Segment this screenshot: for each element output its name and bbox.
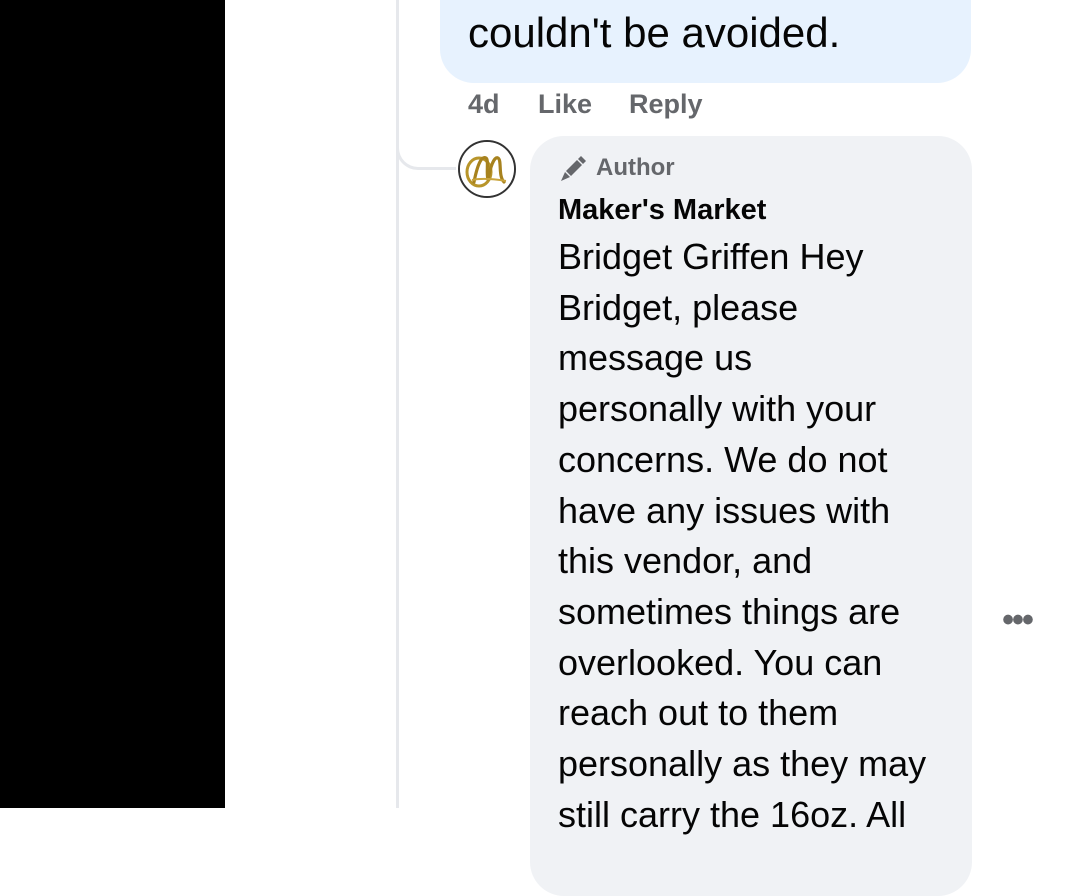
previous-comment-bubble: couldn't be avoided. — [440, 0, 971, 83]
reply-comment-bubble: Author Maker's Market Bridget Griffen He… — [530, 136, 972, 896]
previous-comment-text: couldn't be avoided. — [468, 9, 841, 56]
more-options-icon[interactable]: ••• — [998, 602, 1036, 638]
reply-line: sometimes things are — [558, 590, 901, 632]
reply-line: Bridget Griffen Hey — [558, 236, 864, 277]
reply-line: still carry the 16oz. All — [558, 793, 907, 835]
thread-line — [396, 0, 399, 808]
reply-line: personally with your — [558, 388, 877, 430]
reply-line: reach out to them — [558, 692, 839, 734]
author-badge-label: Author — [596, 154, 675, 181]
reply-line: Bridget, please — [558, 286, 799, 328]
reply-button[interactable]: Reply — [629, 89, 703, 120]
reply-comment-text: Bridget Griffen Hey Bridget, please mess… — [558, 232, 958, 840]
reply-line: concerns. We do not — [558, 438, 888, 480]
like-button[interactable]: Like — [538, 89, 592, 120]
left-black-panel — [0, 0, 225, 808]
reply-line: message us — [558, 337, 753, 379]
avatar[interactable] — [458, 140, 516, 198]
reply-line: overlooked. You can — [558, 641, 883, 683]
makers-market-logo-icon — [460, 142, 514, 196]
reply-line: have any issues with — [558, 489, 891, 531]
comment-author-name[interactable]: Maker's Market — [558, 194, 766, 227]
comment-timestamp: 4d — [468, 89, 500, 119]
reply-line: this vendor, and — [558, 540, 813, 582]
thread-connector — [396, 128, 456, 170]
reply-line: personally as they may — [558, 743, 927, 785]
pen-icon — [561, 156, 586, 181]
